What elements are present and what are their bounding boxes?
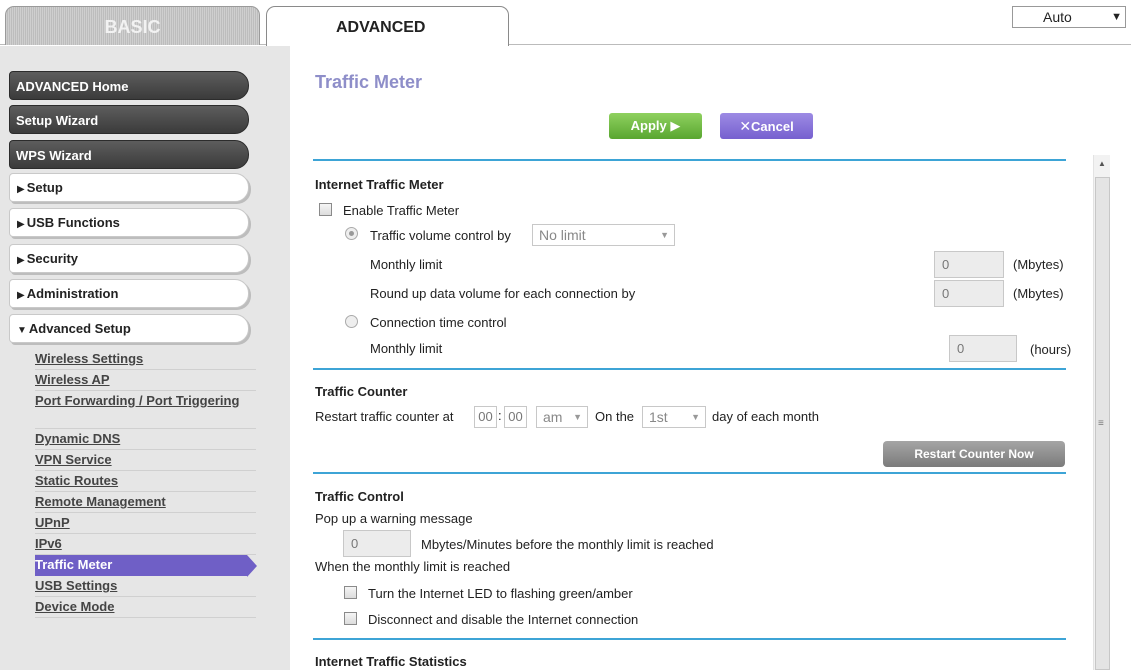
restart-counter-label: Restart traffic counter at: [315, 409, 454, 424]
day-suffix-label: day of each month: [712, 409, 819, 424]
sidebar: ADVANCED Home Setup Wizard WPS Wizard ▶ S…: [0, 46, 290, 670]
scroll-up-arrow-icon[interactable]: ▲: [1098, 159, 1106, 168]
divider: [313, 159, 1066, 161]
subnav-remote-management[interactable]: Remote Management: [35, 492, 256, 513]
nav-setup-wizard[interactable]: Setup Wizard: [9, 105, 249, 134]
on-the-label: On the: [595, 409, 635, 424]
nav-usb-functions-label: USB Functions: [26, 215, 120, 230]
time-limit-unit: (hours): [1030, 342, 1072, 357]
counter-ampm-value: am: [543, 409, 563, 425]
tab-basic[interactable]: BASIC: [5, 6, 260, 45]
nav-security[interactable]: ▶ Security: [9, 244, 249, 273]
cancel-button-label: Cancel: [751, 119, 794, 134]
section-heading-traffic-statistics: Internet Traffic Statistics: [315, 654, 467, 669]
subnav-device-mode[interactable]: Device Mode: [35, 597, 256, 618]
triangle-down-icon: ▼: [17, 325, 27, 336]
nav-security-label: Security: [26, 251, 79, 266]
subnav-upnp[interactable]: UPnP: [35, 513, 256, 534]
traffic-volume-radio[interactable]: [345, 227, 358, 240]
nav-advanced-home[interactable]: ADVANCED Home: [9, 71, 249, 100]
time-monthly-limit-label: Monthly limit: [370, 341, 443, 356]
roundup-label: Round up data volume for each connection…: [370, 286, 636, 301]
roundup-unit: (Mbytes): [1013, 286, 1064, 301]
section-heading-traffic-control: Traffic Control: [315, 489, 404, 504]
apply-button[interactable]: Apply ▶: [609, 113, 702, 139]
enable-traffic-meter-checkbox[interactable]: [319, 203, 332, 216]
traffic-volume-select-value: No limit: [539, 227, 586, 243]
subnav-wireless-ap[interactable]: Wireless AP: [35, 370, 256, 391]
triangle-right-icon: ▶: [17, 219, 25, 230]
divider: [313, 368, 1066, 370]
advanced-setup-submenu: Wireless Settings Wireless AP Port Forwa…: [35, 349, 257, 618]
subnav-port-forwarding[interactable]: Port Forwarding / Port Triggering: [35, 391, 256, 429]
triangle-right-icon: ▶: [17, 290, 25, 301]
monthly-limit-label: Monthly limit: [370, 257, 443, 272]
page-title: Traffic Meter: [315, 72, 423, 92]
counter-minute-input[interactable]: 00: [504, 406, 527, 428]
connection-time-label: Connection time control: [370, 315, 507, 330]
roundup-input[interactable]: 0: [934, 280, 1004, 307]
connection-time-radio[interactable]: [345, 315, 358, 328]
time-monthly-limit-input[interactable]: 0: [949, 335, 1017, 362]
chevron-down-icon: ▼: [691, 412, 700, 422]
language-select-value: Auto: [1043, 9, 1072, 25]
restart-counter-button[interactable]: Restart Counter Now: [883, 441, 1065, 467]
nav-advanced-setup[interactable]: ▼ Advanced Setup: [9, 314, 249, 343]
flash-led-label: Turn the Internet LED to flashing green/…: [368, 586, 633, 601]
nav-setup-label: Setup: [26, 180, 63, 195]
counter-day-select[interactable]: 1st ▼: [642, 406, 706, 428]
counter-hour-input[interactable]: 00: [474, 406, 497, 428]
vertical-scrollbar[interactable]: ▲ ≡: [1093, 155, 1110, 670]
disconnect-checkbox[interactable]: [344, 612, 357, 625]
nav-wps-wizard[interactable]: WPS Wizard: [9, 140, 249, 169]
chevron-down-icon: ▼: [573, 412, 582, 422]
traffic-volume-select[interactable]: No limit ▼: [532, 224, 675, 246]
nav-usb-functions[interactable]: ▶ USB Functions: [9, 208, 249, 237]
divider: [313, 638, 1066, 640]
subnav-usb-settings[interactable]: USB Settings: [35, 576, 256, 597]
counter-day-value: 1st: [649, 409, 668, 425]
triangle-right-icon: ▶: [17, 255, 25, 266]
top-tab-bar: BASIC ADVANCED Auto ▼: [0, 0, 1131, 46]
nav-administration-label: Administration: [26, 286, 119, 301]
chevron-down-icon: ▼: [660, 230, 669, 240]
section-heading-internet-traffic-meter: Internet Traffic Meter: [315, 177, 444, 192]
traffic-volume-label: Traffic volume control by: [370, 228, 511, 243]
subnav-ipv6[interactable]: IPv6: [35, 534, 256, 555]
subnav-vpn-service[interactable]: VPN Service: [35, 450, 256, 471]
divider: [313, 472, 1066, 474]
scroll-grip-icon: ≡: [1098, 418, 1104, 429]
disconnect-label: Disconnect and disable the Internet conn…: [368, 612, 639, 627]
flash-led-checkbox[interactable]: [344, 586, 357, 599]
main-content: Traffic Meter Apply ▶ ✕Cancel ▲ ≡ Intern…: [297, 63, 1110, 670]
monthly-limit-unit: (Mbytes): [1013, 257, 1064, 272]
counter-ampm-select[interactable]: am ▼: [536, 406, 588, 428]
chevron-down-icon: ▼: [1111, 11, 1122, 23]
when-limit-reached-label: When the monthly limit is reached: [315, 559, 511, 574]
close-icon: ✕: [739, 118, 752, 134]
monthly-limit-input[interactable]: 0: [934, 251, 1004, 278]
section-heading-traffic-counter: Traffic Counter: [315, 384, 408, 399]
subnav-dynamic-dns[interactable]: Dynamic DNS: [35, 429, 256, 450]
time-separator: :: [498, 408, 502, 423]
subnav-traffic-meter[interactable]: Traffic Meter: [35, 555, 257, 577]
warning-threshold-suffix: Mbytes/Minutes before the monthly limit …: [421, 537, 714, 552]
warning-threshold-input[interactable]: 0: [343, 530, 411, 557]
enable-traffic-meter-label: Enable Traffic Meter: [343, 203, 460, 218]
nav-advanced-setup-label: Advanced Setup: [28, 321, 131, 336]
nav-administration[interactable]: ▶ Administration: [9, 279, 249, 308]
nav-setup[interactable]: ▶ Setup: [9, 173, 249, 202]
popup-warning-label: Pop up a warning message: [315, 511, 473, 526]
cancel-button[interactable]: ✕Cancel: [720, 113, 813, 139]
triangle-right-icon: ▶: [17, 184, 25, 195]
language-select[interactable]: Auto ▼: [1012, 6, 1126, 28]
subnav-wireless-settings[interactable]: Wireless Settings: [35, 349, 256, 370]
tab-advanced[interactable]: ADVANCED: [266, 6, 509, 46]
subnav-static-routes[interactable]: Static Routes: [35, 471, 256, 492]
